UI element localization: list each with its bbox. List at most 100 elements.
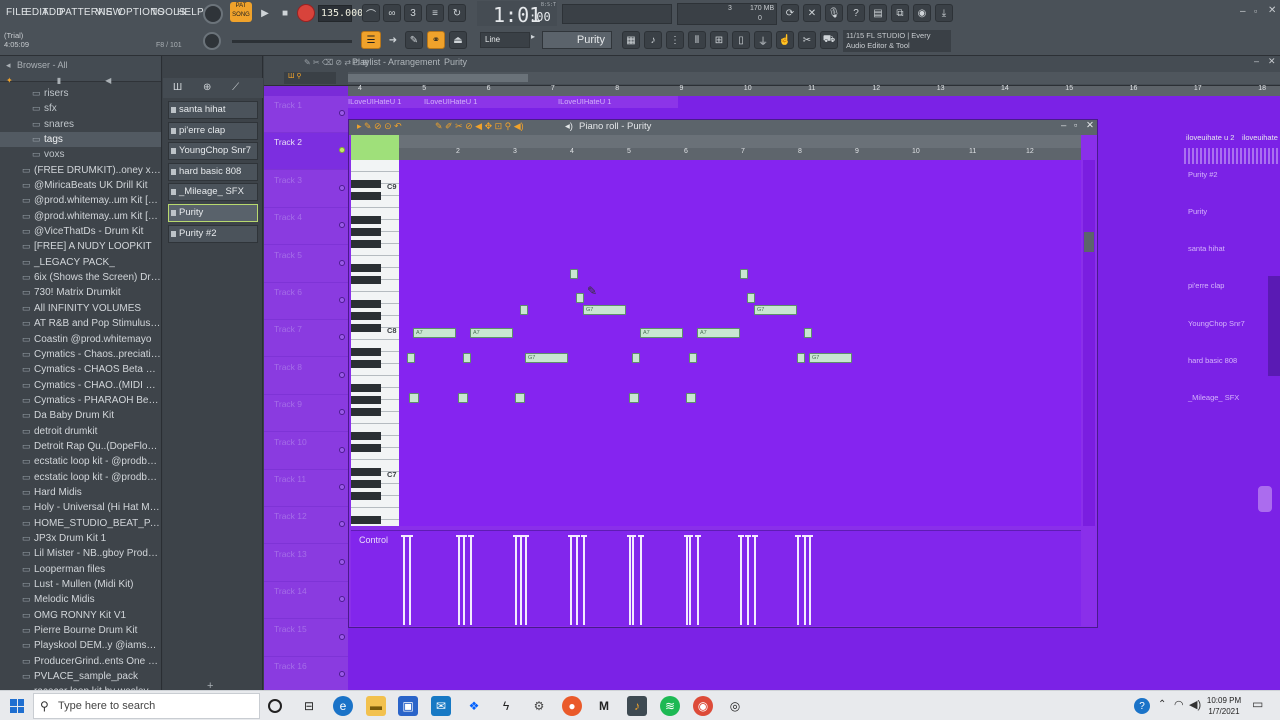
midi-note[interactable] xyxy=(747,293,755,303)
browser-item[interactable]: ▭ Lust - Mullen (Midi Kit) xyxy=(0,577,161,592)
channel-rack-icon[interactable]: ⋮ xyxy=(666,31,684,49)
browser-item[interactable]: ▭ @ViceThatDs - Drum Kit xyxy=(0,224,161,239)
midi-note[interactable]: A7 xyxy=(413,328,456,338)
track-mute-led[interactable] xyxy=(339,297,345,303)
notifications-icon[interactable]: ▭ xyxy=(1252,697,1263,711)
track-header[interactable]: Track 8 xyxy=(264,358,348,395)
velocity-bar[interactable] xyxy=(515,535,517,625)
midi-note[interactable] xyxy=(740,269,748,279)
browser-item[interactable]: ▭ ecstatic loop kit - @prodbyicy 2 xyxy=(0,470,161,485)
black-key[interactable] xyxy=(351,348,381,356)
brush-icon[interactable]: ⟋ xyxy=(232,82,239,93)
browser-item[interactable]: ▭Holy - Universal (Hi Hat Midi Kit) xyxy=(0,500,161,515)
black-key[interactable] xyxy=(351,396,381,404)
download-icon[interactable]: ⤓ xyxy=(935,4,953,22)
microphone-icon[interactable]: 🎙 xyxy=(825,4,843,22)
velocity-bar[interactable] xyxy=(463,535,465,625)
browser-item[interactable]: ▭ All INFINITY VOLUMES xyxy=(0,301,161,316)
midi-note[interactable] xyxy=(463,353,471,363)
fl-studio-taskbar-icon[interactable]: ♪ xyxy=(627,696,647,716)
velocity-bar[interactable] xyxy=(797,535,799,625)
track-header[interactable]: Track 13 xyxy=(264,545,348,582)
arrow-right-icon[interactable]: ➜ xyxy=(384,31,402,49)
channel-button[interactable]: santa hihat xyxy=(168,101,258,119)
velocity-bar[interactable] xyxy=(470,535,472,625)
black-key[interactable] xyxy=(351,324,381,332)
help-tray-icon[interactable]: ? xyxy=(1134,698,1150,714)
browser-item[interactable]: ▭ detroit drumkit xyxy=(0,424,161,439)
snap-select[interactable]: Line xyxy=(480,32,530,48)
browser-item[interactable]: ▭ ecstatic loop kit - @prodbyicy xyxy=(0,454,161,469)
velocity-handle[interactable] xyxy=(695,535,701,537)
midi-note[interactable] xyxy=(515,393,525,403)
piano-roll-titlebar[interactable]: ▸ ✎ ⊘ ⊙ ↶ ✎ ✐ ✂ ⊘ ◀ ✥ ⊡ ⚲ ◀) ◂) Piano ro… xyxy=(349,120,1097,135)
black-key[interactable] xyxy=(351,492,381,500)
browser-item[interactable]: ▭HOME_STUDIO_BEAT_PACK_v0 xyxy=(0,516,161,531)
plugin-icon[interactable]: ⧉ xyxy=(891,4,909,22)
velocity-handle[interactable] xyxy=(461,535,467,537)
playlist-ruler[interactable]: 4 5 6 7 8 9 10 11 12 13 14 15 16 17 18 xyxy=(348,85,1280,96)
black-key[interactable] xyxy=(351,408,381,416)
velocity-bar[interactable] xyxy=(809,535,811,625)
browser-item[interactable]: ▭Playskool DEM..y @iamsynthetic_ xyxy=(0,638,161,653)
top-clip-lane[interactable]: ILoveUIHateU 1 ILoveUIHateU 1 ILoveUIHateU… xyxy=(348,96,678,108)
control-lane[interactable]: Control xyxy=(351,530,1081,626)
piano-roll-overview[interactable] xyxy=(399,135,1081,148)
velocity-handle[interactable] xyxy=(630,535,636,537)
white-key[interactable] xyxy=(351,160,399,172)
browser-item[interactable]: ▭ [FREE] A NUDY LOOPKIT xyxy=(0,239,161,254)
track-mute-led[interactable] xyxy=(339,334,345,341)
countdown-icon[interactable]: 3 xyxy=(404,4,422,22)
velocity-bar[interactable] xyxy=(640,535,642,625)
midi-note[interactable]: G7 xyxy=(525,353,568,363)
playlist-scroll-thumb[interactable] xyxy=(348,74,528,82)
midi-note[interactable] xyxy=(632,353,640,363)
track-header[interactable]: Track 2 xyxy=(264,133,348,171)
browser-item[interactable]: ▭(FREE DRUMKIT)..oney x Xanman xyxy=(0,163,161,178)
playlist-clip-label[interactable]: Purity xyxy=(1188,207,1207,216)
browser-item[interactable]: ▭ Da Baby Drum Kit xyxy=(0,408,161,423)
loop-record-icon[interactable]: ↻ xyxy=(448,4,466,22)
playlist-clip-label[interactable]: iloveuihate u 2 xyxy=(1242,133,1280,142)
mixer-icon[interactable]: ✕ xyxy=(803,4,821,22)
maximize-icon[interactable]: ▫ xyxy=(1254,6,1257,16)
browser-item[interactable]: ▭ sfx xyxy=(0,101,161,116)
playlist-clip[interactable]: ILoveUIHateU 1 xyxy=(348,97,401,106)
note-grid[interactable]: G7 G7 A7 A7 A7 A7 G7 G7 ✎ xyxy=(399,160,1081,526)
track-mute-led[interactable] xyxy=(339,633,345,640)
black-key[interactable] xyxy=(351,432,381,440)
playlist-clip-label[interactable]: iloveuihate u 2 xyxy=(1186,133,1234,142)
velocity-handle[interactable] xyxy=(638,535,644,537)
chat-icon[interactable]: ◉ xyxy=(913,4,931,22)
playlist-clip[interactable]: ILoveUIHateU 1 xyxy=(424,97,477,106)
pattern-selector[interactable]: Purity xyxy=(542,31,612,49)
tray-expand-icon[interactable]: ⌃ xyxy=(1158,699,1166,710)
midi-note[interactable] xyxy=(520,305,528,315)
playlist-clip-label[interactable]: pi'erre clap xyxy=(1188,281,1224,290)
star-icon[interactable]: ✦ xyxy=(6,76,13,85)
browser-item[interactable]: ▭Cymatics - Chaos..preciation Pack xyxy=(0,347,161,362)
channel-button[interactable]: hard basic 808 xyxy=(168,162,258,181)
tool-pad[interactable] xyxy=(351,135,399,160)
taskbar-clock[interactable]: 10:09 PM 1/7/2021 xyxy=(1206,695,1242,717)
snap-menu-icon[interactable]: ☰ xyxy=(361,31,381,49)
velocity-bar[interactable] xyxy=(697,535,699,625)
store-icon[interactable]: ▣ xyxy=(398,696,418,716)
velocity-bar[interactable] xyxy=(629,535,631,625)
track-header[interactable]: Track 6 xyxy=(264,283,348,320)
browser-item[interactable]: ▭ JP3x Drum Kit 1 xyxy=(0,531,161,546)
black-key[interactable] xyxy=(351,192,381,200)
settings-icon[interactable]: ⚙ xyxy=(529,696,549,716)
play-icon[interactable]: ▶ xyxy=(256,4,274,22)
minimize-icon[interactable]: – xyxy=(1240,6,1246,17)
track-header[interactable]: Track 12 xyxy=(264,507,348,545)
playlist-min-icon[interactable]: – xyxy=(1254,56,1259,66)
black-key[interactable] xyxy=(351,276,381,284)
velocity-handle[interactable] xyxy=(523,535,529,537)
browser-item[interactable]: ▭ risers xyxy=(0,86,161,101)
control-label[interactable]: Control xyxy=(359,535,388,545)
black-key[interactable] xyxy=(351,312,381,320)
midi-note[interactable] xyxy=(804,328,812,338)
midi-note[interactable]: G7 xyxy=(809,353,852,363)
browser-icon[interactable]: ⊞ xyxy=(710,31,728,49)
